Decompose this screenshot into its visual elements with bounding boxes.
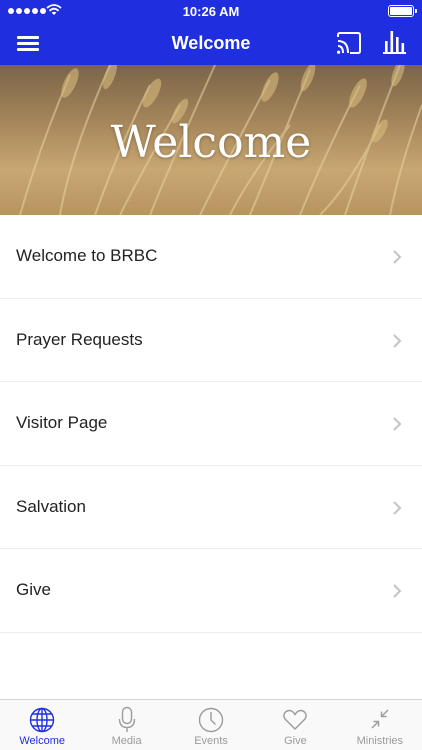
globe-icon [30, 707, 55, 733]
list-item-salvation[interactable]: Salvation [0, 466, 422, 549]
list-item-welcome-to-brbc[interactable]: Welcome to BRBC [0, 215, 422, 299]
hero-title: Welcome [110, 117, 312, 168]
tab-media[interactable]: Media [84, 700, 168, 750]
collapse-arrows-icon [371, 709, 389, 729]
tab-events[interactable]: Events [169, 700, 253, 750]
chevron-right-icon [393, 584, 402, 598]
list-item-prayer-requests[interactable]: Prayer Requests [0, 299, 422, 382]
tab-ministries[interactable]: Ministries [338, 700, 422, 750]
list-item-label: Visitor Page [16, 413, 108, 432]
tab-give[interactable]: Give [253, 700, 337, 750]
tab-label: Ministries [356, 735, 404, 747]
list-item-label: Salvation [16, 496, 86, 516]
heart-icon [283, 709, 308, 730]
clock-icon [198, 707, 224, 733]
status-bar: 10:26 AM [0, 0, 422, 22]
status-time: 10:26 AM [182, 4, 240, 19]
tab-welcome[interactable]: Welcome [0, 700, 84, 750]
list-item-label: Prayer Requests [16, 329, 143, 349]
tab-label: Media [111, 735, 142, 747]
tab-label: Welcome [19, 735, 66, 747]
tab-label: Give [284, 735, 307, 747]
list-item-label: Give [16, 580, 51, 599]
bar-chart-icon[interactable] [382, 29, 408, 55]
navigation-bar: Welcome [0, 22, 422, 65]
chevron-right-icon [393, 417, 402, 431]
tab-label: Events [194, 735, 228, 747]
list-item-give[interactable]: Give [0, 549, 422, 633]
hero-banner: Welcome [0, 65, 422, 215]
list-item-visitor-page[interactable]: Visitor Page [0, 382, 422, 466]
microphone-icon [118, 706, 135, 732]
chevron-right-icon [393, 333, 402, 348]
list-item-label: Welcome to BRBC [16, 246, 158, 265]
chevron-right-icon [393, 500, 402, 515]
app-header: 10:26 AM Welcome [0, 0, 422, 65]
cast-icon[interactable] [336, 31, 362, 55]
menu-list: Welcome to BRBC Prayer Requests Visitor … [0, 215, 422, 633]
battery-icon [388, 5, 417, 17]
tab-bar: Welcome Media Events Give Ministries [0, 699, 422, 750]
chevron-right-icon [393, 250, 402, 264]
